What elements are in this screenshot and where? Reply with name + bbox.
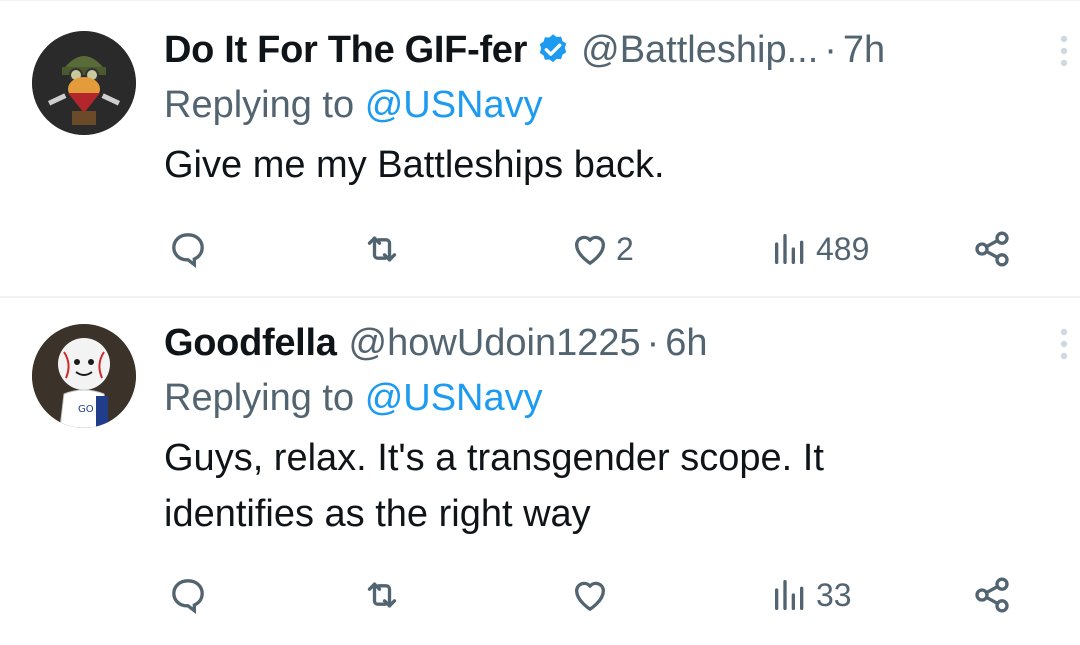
retweet-button[interactable] [362,573,408,617]
like-icon [575,581,605,611]
reply-button[interactable] [168,573,214,617]
tweet[interactable]: Do It For The GIF-fer @Battleship... · 7… [0,0,1080,298]
like-icon [575,235,605,265]
author-name[interactable]: Goodfella [164,322,337,365]
replying-to-mention[interactable]: @USNavy [365,377,543,419]
replying-to-label: Replying to [164,84,355,126]
author-handle[interactable]: @howUdoin1225 [349,322,641,365]
replying-to: Replying to @USNavy [164,372,1040,424]
retweet-icon [367,582,397,608]
share-icon [975,231,1009,267]
author-name[interactable]: Do It For The GIF-fer [164,29,527,72]
svg-text:GO: GO [78,404,94,415]
tweet-actions: 33 [164,573,1040,617]
like-button[interactable] [570,573,616,617]
timestamp[interactable]: 6h [665,322,707,365]
tweet-header: Goodfella @howUdoin1225 · 6h [164,318,1040,368]
views-button[interactable]: 33 [770,573,852,617]
tweet-text: Guys, relax. It's a transgender scope. I… [164,430,1040,542]
retweet-icon [367,236,397,262]
views-count: 489 [816,230,870,267]
share-icon [975,577,1009,613]
reply-button[interactable] [168,227,214,271]
reply-icon [172,233,204,269]
tweet-text-line: identifies as the right way [164,493,591,535]
share-button[interactable] [972,227,1012,271]
tweet-header: Do It For The GIF-fer @Battleship... · 7… [164,25,1040,75]
reply-feed: Do It For The GIF-fer @Battleship... · 7… [0,0,1080,645]
separator-dot: · [824,28,837,71]
replying-to: Replying to @USNavy [164,79,1040,131]
views-icon [775,234,804,264]
views-button[interactable]: 489 [770,227,869,271]
replying-to-mention[interactable]: @USNavy [365,84,543,126]
avatar[interactable]: GO [32,324,136,428]
replying-to-label: Replying to [164,377,355,419]
timestamp[interactable]: 7h [843,29,885,72]
reply-icon [172,579,204,615]
views-icon [775,580,804,610]
author-handle[interactable]: @Battleship... [581,29,818,72]
tweet-text: Give me my Battleships back. [164,144,665,186]
like-button[interactable]: 2 [570,227,634,271]
tweet-content: Do It For The GIF-fer @Battleship... · 7… [164,25,1040,193]
views-count: 33 [816,576,852,613]
tweet-content: Goodfella @howUdoin1225 · 6h Replying to… [164,318,1040,542]
avatar[interactable] [32,31,136,135]
like-count: 2 [616,230,634,267]
more-options-icon[interactable] [1054,31,1074,71]
tweet-actions: 2 489 [164,227,1040,271]
tweet-text-line: Guys, relax. It's a transgender scope. I… [164,437,824,479]
more-options-icon[interactable] [1054,324,1074,364]
retweet-button[interactable] [362,227,408,271]
tweet[interactable]: GO Goodfella @howUdoin1225 · 6h Replying… [0,298,1080,645]
share-button[interactable] [972,573,1012,617]
separator-dot: · [646,321,660,364]
verified-badge-icon [539,34,567,63]
